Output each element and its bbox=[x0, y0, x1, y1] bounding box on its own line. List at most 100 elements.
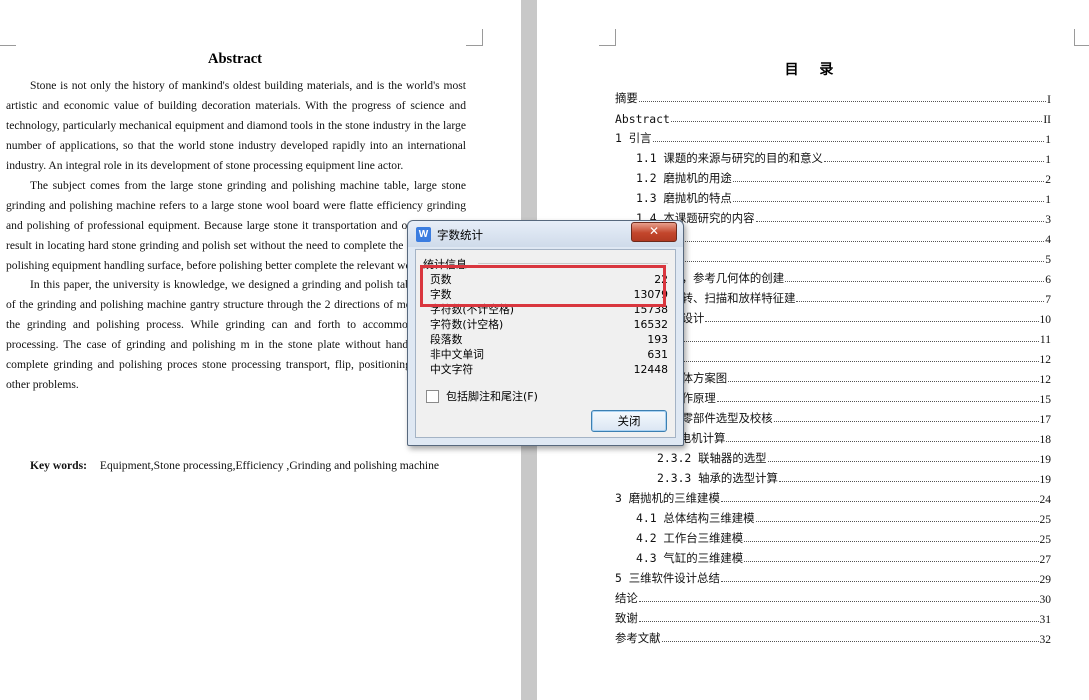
toc-entry-page: 17 bbox=[1039, 414, 1052, 426]
toc-entry[interactable]: 1.3 磨抛机的特点 1 bbox=[615, 186, 1051, 206]
toc-entry[interactable]: 1 引言 1 bbox=[615, 126, 1051, 146]
toc-entry-page: 1 bbox=[1045, 194, 1051, 206]
toc-entry[interactable]: 2.3.2 联轴器的选型 19 bbox=[615, 446, 1051, 466]
toc-entry-page: II bbox=[1043, 114, 1051, 126]
toc-entry-title: 摘要 bbox=[615, 91, 638, 105]
toc-leader-dots bbox=[785, 281, 1045, 282]
toc-entry[interactable]: 5 三维软件设计总结 29 bbox=[615, 566, 1051, 586]
dialog-title: 字数统计 bbox=[437, 228, 483, 242]
toc-leader-dots bbox=[720, 581, 1039, 582]
toc-entry-page: 30 bbox=[1039, 594, 1052, 606]
toc-entry-page: 5 bbox=[1045, 254, 1051, 266]
toc-entry-page: 2 bbox=[1045, 174, 1051, 186]
toc-leader-dots bbox=[728, 381, 1039, 382]
margin-corner-mark bbox=[466, 29, 483, 46]
toc-entry[interactable]: 4.1 总体结构三维建模 25 bbox=[615, 506, 1051, 526]
toc-entry-page: 19 bbox=[1039, 454, 1052, 466]
wps-writer-icon: W bbox=[416, 227, 431, 242]
toc-leader-dots bbox=[682, 361, 1039, 362]
toc-entry[interactable]: 2.3.3 轴承的选型计算 19 bbox=[615, 466, 1051, 486]
include-footnotes-checkbox[interactable] bbox=[426, 389, 439, 403]
toc-entry-title: 4.3 气缸的三维建模 bbox=[636, 551, 744, 565]
toc-entry[interactable]: 摘要 I bbox=[615, 86, 1051, 106]
toc-entry[interactable]: 1.2 磨抛机的用途 2 bbox=[615, 166, 1051, 186]
toc-entry-title: 1.2 磨抛机的用途 bbox=[636, 171, 732, 185]
toc-leader-dots bbox=[682, 241, 1045, 242]
toc-entry-page: 24 bbox=[1039, 494, 1052, 506]
toc-leader-dots bbox=[755, 221, 1045, 222]
toc-entry-title: Abstract bbox=[615, 112, 670, 126]
toc-leader-dots bbox=[638, 101, 1047, 102]
toc-entry-page: 1 bbox=[1045, 134, 1051, 146]
toc-entry-page: 18 bbox=[1039, 434, 1052, 446]
toc-leader-dots bbox=[661, 641, 1039, 642]
toc-leader-dots bbox=[720, 501, 1039, 502]
include-footnotes-label[interactable]: 包括脚注和尾注(F) bbox=[446, 388, 538, 404]
toc-leader-dots bbox=[716, 401, 1039, 402]
include-footnotes-option[interactable]: 包括脚注和尾注(F) bbox=[426, 388, 538, 404]
toc-entry-page: 25 bbox=[1039, 534, 1052, 546]
stat-label: 段落数 bbox=[430, 333, 463, 346]
toc-entry-title: 4.1 总体结构三维建模 bbox=[636, 511, 755, 525]
stat-value: 631 bbox=[647, 348, 668, 361]
dialog-titlebar[interactable]: W 字数统计 ✕ bbox=[408, 221, 683, 247]
toc-entry[interactable]: 1.1 课题的来源与研究的目的和意义 1 bbox=[615, 146, 1051, 166]
stat-label: 中文字符 bbox=[430, 363, 474, 376]
toc-entry[interactable]: 致谢 31 bbox=[615, 606, 1051, 626]
toc-entry[interactable]: 3 磨抛机的三维建模 24 bbox=[615, 486, 1051, 506]
toc-entry-title: 1.3 磨抛机的特点 bbox=[636, 191, 732, 205]
toc-entry-page: 12 bbox=[1039, 374, 1052, 386]
group-divider bbox=[478, 263, 668, 264]
toc-entry-page: I bbox=[1047, 94, 1051, 106]
toc-leader-dots bbox=[767, 461, 1039, 462]
toc-leader-dots bbox=[732, 181, 1045, 182]
keywords-text: Equipment,Stone processing,Efficiency ,G… bbox=[99, 459, 440, 472]
toc-entry-title: 2.3.2 联轴器的选型 bbox=[657, 451, 767, 465]
toc-entry-title: 结论 bbox=[615, 591, 638, 605]
abstract-paragraph: In this paper, the university is knowled… bbox=[6, 278, 466, 392]
margin-corner-mark bbox=[599, 29, 616, 46]
toc-entry[interactable]: 参考文献 32 bbox=[615, 626, 1051, 646]
abstract-paragraph: Stone is not only the history of mankind… bbox=[6, 79, 466, 172]
toc-leader-dots bbox=[796, 301, 1045, 302]
toc-leader-dots bbox=[652, 141, 1045, 142]
stat-row: 段落数 193 bbox=[430, 332, 668, 347]
stat-value: 16532 bbox=[633, 318, 668, 331]
toc-entry-page: 29 bbox=[1039, 574, 1052, 586]
highlight-box bbox=[420, 265, 666, 307]
toc-leader-dots bbox=[638, 621, 1039, 622]
keywords-line: Key words: Equipment,Stone processing,Ef… bbox=[30, 459, 439, 472]
keywords-label: Key words: bbox=[30, 459, 87, 472]
toc-entry[interactable]: 结论 30 bbox=[615, 586, 1051, 606]
toc-entry[interactable]: 4.2 工作台三维建模 25 bbox=[615, 526, 1051, 546]
close-button[interactable]: 关闭 bbox=[591, 410, 667, 432]
dialog-content: 统计信息 页数 22 字数 13079 字符数(不计空格) 15738 字符数(计空格) 16… bbox=[415, 249, 676, 438]
toc-entry-title: 致谢 bbox=[615, 611, 638, 625]
toc-leader-dots bbox=[732, 201, 1045, 202]
toc-entry-page: 12 bbox=[1039, 354, 1052, 366]
toc-leader-dots bbox=[744, 561, 1039, 562]
toc-leader-dots bbox=[773, 421, 1039, 422]
toc-leader-dots bbox=[638, 601, 1039, 602]
toc-entry-title: 4.2 工作台三维建模 bbox=[636, 531, 744, 545]
toc-leader-dots bbox=[705, 321, 1039, 322]
toc-entry[interactable]: Abstract II bbox=[615, 106, 1051, 126]
abstract-body[interactable]: Stone is not only the history of mankind… bbox=[6, 76, 466, 395]
toc-entry-page: 10 bbox=[1039, 314, 1052, 326]
toc-entry-page: 31 bbox=[1039, 614, 1052, 626]
toc-entry-page: 11 bbox=[1039, 334, 1051, 346]
toc-entry[interactable]: 4.3 气缸的三维建模 27 bbox=[615, 546, 1051, 566]
stat-label: 非中文单词 bbox=[430, 348, 484, 361]
toc-entry-title: 2.3.3 轴承的选型计算 bbox=[657, 471, 778, 485]
stat-row: 字符数(计空格) 16532 bbox=[430, 317, 668, 332]
stat-row: 非中文单词 631 bbox=[430, 347, 668, 362]
abstract-paragraph: The subject comes from the large stone g… bbox=[6, 178, 466, 272]
toc-entry-page: 32 bbox=[1039, 634, 1052, 646]
toc-leader-dots bbox=[682, 261, 1045, 262]
margin-corner-mark bbox=[1074, 29, 1089, 46]
toc-entry-page: 3 bbox=[1045, 214, 1051, 226]
toc-entry-page: 1 bbox=[1045, 154, 1051, 166]
toc-leader-dots bbox=[726, 441, 1039, 442]
toc-entry-title: 1 引言 bbox=[615, 131, 652, 145]
close-icon[interactable]: ✕ bbox=[631, 222, 677, 242]
